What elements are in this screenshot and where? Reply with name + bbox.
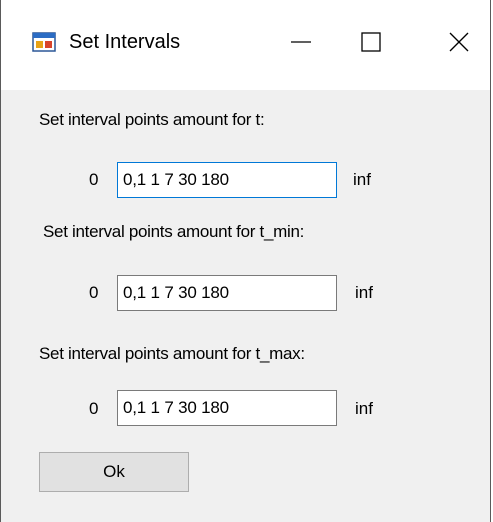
intervals-t-min-input[interactable] <box>117 275 337 311</box>
close-icon <box>449 32 469 52</box>
intervals-t-max-input[interactable] <box>117 390 337 426</box>
window-title: Set Intervals <box>69 31 181 53</box>
lower-bound-t-max: 0 <box>89 399 99 418</box>
upper-bound-t: inf <box>353 170 371 189</box>
app-form-icon <box>32 30 56 54</box>
title-bar[interactable]: Set Intervals <box>1 0 490 90</box>
maximize-icon <box>361 32 381 52</box>
close-button[interactable] <box>429 20 489 64</box>
label-t: Set interval points amount for t: <box>39 110 265 129</box>
lower-bound-t-min: 0 <box>89 283 99 302</box>
label-t-max: Set interval points amount for t_max: <box>39 344 305 363</box>
ok-button[interactable]: Ok <box>39 452 189 492</box>
lower-bound-t: 0 <box>89 170 99 189</box>
minimize-icon <box>291 41 311 43</box>
upper-bound-t-min: inf <box>355 283 373 302</box>
dialog-window: Set Intervals Set interval points amount… <box>0 0 491 522</box>
maximize-button[interactable] <box>341 20 401 64</box>
intervals-t-input[interactable] <box>117 162 337 198</box>
label-t-min: Set interval points amount for t_min: <box>43 222 305 241</box>
minimize-button[interactable] <box>271 20 331 64</box>
upper-bound-t-max: inf <box>355 399 373 418</box>
